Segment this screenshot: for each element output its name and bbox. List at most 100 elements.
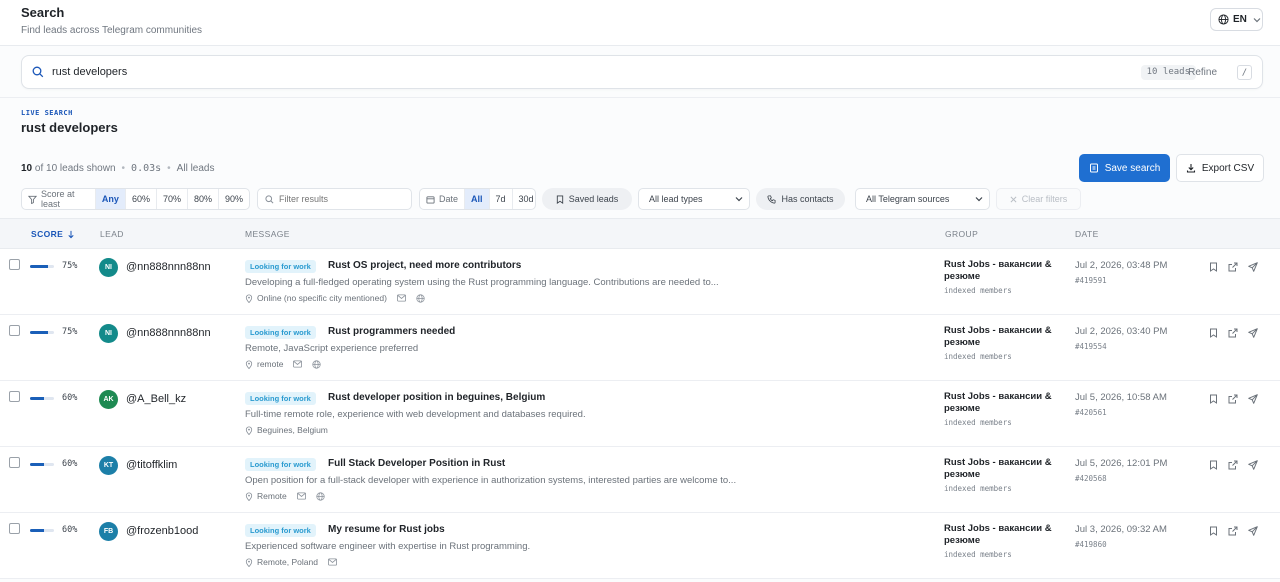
bookmark-icon[interactable]	[1209, 328, 1218, 338]
group-name[interactable]: Rust Jobs - вакансии & резюме	[944, 523, 1062, 547]
send-icon[interactable]	[1248, 328, 1258, 338]
chevron-down-icon	[735, 195, 743, 203]
email-icon	[296, 492, 306, 500]
score-option-80[interactable]: 80%	[186, 189, 218, 209]
filter-results-input[interactable]	[279, 194, 399, 204]
results-count: 10 of 10 leads shown	[21, 163, 116, 174]
export-csv-button[interactable]: Export CSV	[1176, 154, 1264, 182]
message-title[interactable]: Full Stack Developer Position in Rust	[328, 458, 505, 469]
message-title[interactable]: Rust OS project, need more contributors	[328, 260, 521, 271]
table-row[interactable]: 60% FB @frozenb1ood Looking for work My resu…	[0, 513, 1280, 579]
score-percent: 60%	[62, 525, 78, 535]
arrow-down-icon	[67, 230, 75, 239]
column-score[interactable]: SCORE	[31, 229, 75, 239]
score-bar-fill	[30, 331, 48, 334]
language-label: EN	[1233, 14, 1247, 25]
separator-dot: •	[121, 163, 126, 174]
email-icon	[396, 294, 406, 302]
globe-icon	[316, 491, 325, 501]
location-pin-icon	[245, 294, 253, 303]
row-checkbox[interactable]	[9, 259, 20, 270]
bookmark-icon[interactable]	[1209, 394, 1218, 404]
bookmark-icon[interactable]	[1209, 460, 1218, 470]
close-icon	[1010, 196, 1017, 203]
message-date: Jul 2, 2026, 03:48 PM	[1075, 260, 1168, 271]
lead-handle[interactable]: @titoffklim	[126, 459, 177, 471]
external-link-icon[interactable]	[1228, 526, 1238, 536]
date-option-30d[interactable]: 30d	[511, 189, 535, 209]
lead-handle[interactable]: @frozenb1ood	[126, 525, 198, 537]
telegram-sources-select[interactable]: All Telegram sources	[855, 188, 990, 210]
search-input[interactable]	[52, 66, 1052, 78]
score-option-60[interactable]: 60%	[124, 189, 156, 209]
save-search-button[interactable]: Save search	[1079, 154, 1170, 182]
table-row[interactable]: 60% AK @A_Bell_kz Looking for work Rust deve…	[0, 381, 1280, 447]
saved-leads-toggle[interactable]: Saved leads	[542, 188, 632, 210]
refine-label[interactable]: Refine	[1188, 67, 1217, 78]
page-subtitle: Find leads across Telegram communities	[21, 25, 203, 36]
score-bar-fill	[30, 463, 45, 466]
clear-filters-button[interactable]: Clear filters	[996, 188, 1081, 210]
score-bar-fill	[30, 529, 45, 532]
chevron-down-icon	[975, 195, 983, 203]
message-description: Open position for a full-stack developer…	[245, 475, 737, 486]
table-row[interactable]: 60% KT @titoffklim Looking for work Full Sta…	[0, 447, 1280, 513]
row-checkbox[interactable]	[9, 391, 20, 402]
group-name[interactable]: Rust Jobs - вакансии & резюме	[944, 259, 1062, 283]
score-filter: Score at least Any 60% 70% 80% 90%	[21, 188, 250, 210]
lead-handle[interactable]: @nn888nnn88nn	[126, 327, 211, 339]
group-members: indexed members	[944, 550, 1012, 559]
table-row[interactable]: 75% NI @nn888nnn88nn Looking for work Rust O…	[0, 249, 1280, 315]
score-percent: 60%	[62, 393, 78, 403]
date-filter: Date All 7d 30d	[419, 188, 536, 210]
group-name[interactable]: Rust Jobs - вакансии & резюме	[944, 457, 1062, 481]
group-name[interactable]: Rust Jobs - вакансии & резюме	[944, 391, 1062, 415]
score-option-90[interactable]: 90%	[217, 189, 249, 209]
date-option-all[interactable]: All	[464, 189, 489, 209]
has-contacts-toggle[interactable]: Has contacts	[756, 188, 845, 210]
language-selector[interactable]: EN	[1210, 8, 1263, 31]
lead-handle[interactable]: @A_Bell_kz	[126, 393, 186, 405]
message-title[interactable]: My resume for Rust jobs	[328, 524, 445, 535]
location-pin-icon	[245, 426, 253, 435]
live-search-title: rust developers	[21, 120, 118, 135]
row-actions	[1209, 460, 1258, 470]
column-message: MESSAGE	[245, 229, 290, 239]
bookmark-icon[interactable]	[1209, 262, 1218, 272]
column-lead: LEAD	[100, 229, 124, 239]
filter-bar: Score at least Any 60% 70% 80% 90% Date …	[0, 188, 1280, 210]
location-pin-icon	[245, 558, 253, 567]
row-checkbox[interactable]	[9, 523, 20, 534]
score-bar	[30, 463, 54, 466]
search-bar: 10 leads Refine /	[21, 55, 1263, 89]
external-link-icon[interactable]	[1228, 460, 1238, 470]
row-actions	[1209, 328, 1258, 338]
lead-types-select[interactable]: All lead types	[638, 188, 750, 210]
send-icon[interactable]	[1248, 262, 1258, 272]
send-icon[interactable]	[1248, 460, 1258, 470]
row-checkbox[interactable]	[9, 325, 20, 336]
bookmark-icon[interactable]	[1209, 526, 1218, 536]
save-search-label: Save search	[1104, 162, 1161, 174]
score-bar-fill	[30, 265, 48, 268]
date-option-7d[interactable]: 7d	[488, 189, 512, 209]
avatar: KT	[99, 456, 118, 475]
external-link-icon[interactable]	[1228, 328, 1238, 338]
phone-icon	[767, 194, 776, 204]
external-link-icon[interactable]	[1228, 262, 1238, 272]
message-date: Jul 5, 2026, 10:58 AM	[1075, 392, 1167, 403]
score-option-any[interactable]: Any	[94, 189, 125, 209]
group-name[interactable]: Rust Jobs - вакансии & резюме	[944, 325, 1062, 349]
external-link-icon[interactable]	[1228, 394, 1238, 404]
send-icon[interactable]	[1248, 526, 1258, 536]
row-checkbox[interactable]	[9, 457, 20, 468]
score-percent: 60%	[62, 459, 78, 469]
table-row[interactable]: 75% NI @nn888nnn88nn Looking for work Rust p…	[0, 315, 1280, 381]
message-title[interactable]: Rust developer position in beguines, Bel…	[328, 392, 545, 403]
message-title[interactable]: Rust programmers needed	[328, 326, 455, 337]
lead-handle[interactable]: @nn888nnn88nn	[126, 261, 211, 273]
message-description: Developing a full-fledged operating syst…	[245, 277, 719, 288]
send-icon[interactable]	[1248, 394, 1258, 404]
export-csv-label: Export CSV	[1201, 162, 1255, 174]
score-option-70[interactable]: 70%	[155, 189, 187, 209]
